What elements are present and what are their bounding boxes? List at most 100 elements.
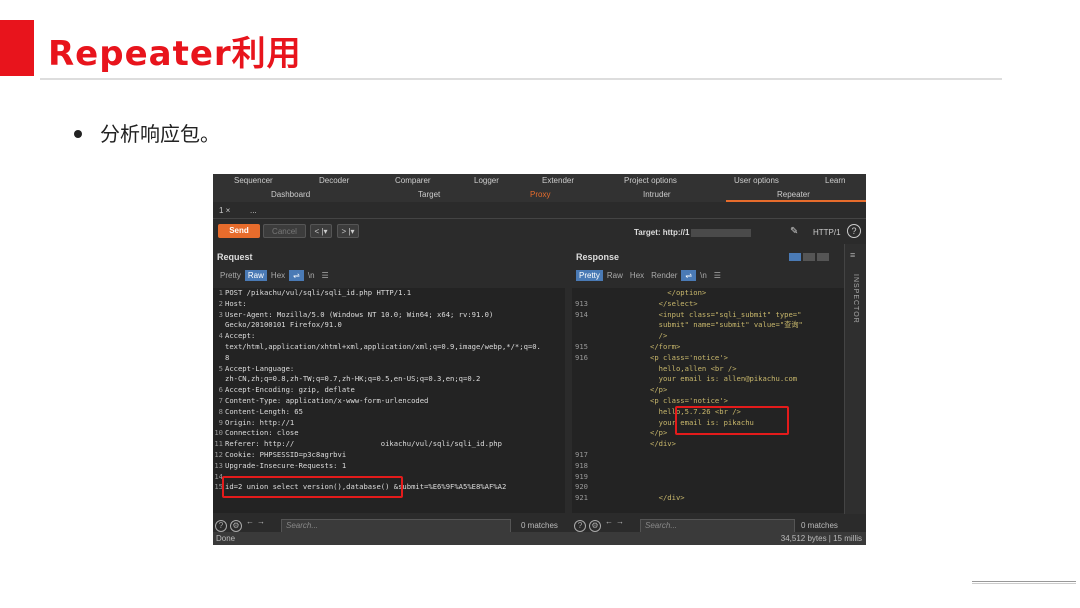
menu-sequencer[interactable]: Sequencer xyxy=(234,176,273,185)
request-line: 3 User-Agent: Mozilla/5.0 (Windows NT 10.… xyxy=(218,309,494,319)
repeater-active-underline xyxy=(726,200,866,202)
title-accent-bar xyxy=(0,20,34,76)
burp-suite-window: Sequencer Decoder Comparer Logger Extend… xyxy=(213,174,866,545)
response-prev-icon[interactable]: ← xyxy=(605,517,613,526)
status-bar: Done 34,512 bytes | 15 millis xyxy=(213,532,866,545)
slide-title: Repeater利用 xyxy=(48,34,302,74)
back-button[interactable]: < |▾ xyxy=(310,224,332,238)
inspector-menu-icon[interactable]: ≡ xyxy=(850,250,855,260)
menu-intruder[interactable]: Intruder xyxy=(643,190,671,199)
menu-decoder[interactable]: Decoder xyxy=(319,176,349,185)
request-line: 8 xyxy=(225,352,230,362)
menu-row-top: Sequencer Decoder Comparer Logger Extend… xyxy=(213,174,866,188)
response-settings-icon[interactable]: ⚙ xyxy=(589,520,601,532)
request-newline-icon[interactable]: \n xyxy=(305,270,318,281)
response-line: </div> xyxy=(650,439,676,449)
title-divider xyxy=(40,78,1002,80)
inspector-label: INSPECTOR xyxy=(852,274,859,324)
request-line: 4 Accept: xyxy=(218,331,256,341)
send-button[interactable]: Send xyxy=(218,224,260,238)
inspector-sidebar[interactable]: ≡ INSPECTOR xyxy=(844,244,866,514)
request-highlight-box xyxy=(222,476,403,498)
request-line: 8 Content-Length: 65 xyxy=(218,406,303,416)
response-line: 914 <input class="sqli_submit" type=" xyxy=(575,309,802,319)
menu-proxy[interactable]: Proxy xyxy=(530,190,550,199)
response-line: 919 xyxy=(575,471,588,481)
response-newline-icon[interactable]: \n xyxy=(697,270,710,281)
menu-user-options[interactable]: User options xyxy=(734,176,779,185)
response-header: Response xyxy=(576,252,620,262)
repeater-toolbar: Send Cancel < |▾ > |▾ Target: http://1 ✎… xyxy=(213,220,866,242)
response-line: 921 </div> xyxy=(575,493,685,503)
menu-learn[interactable]: Learn xyxy=(825,176,845,185)
response-highlight-box xyxy=(675,406,789,435)
menu-dashboard[interactable]: Dashboard xyxy=(271,190,310,199)
request-line: 12 Cookie: PHPSESSID=p3c8agrbvi xyxy=(214,449,347,459)
response-editor[interactable]: </option> 913 </select> 914 <input class="… xyxy=(572,288,854,513)
response-line: 917 xyxy=(575,449,588,459)
request-line: 5 Accept-Language: xyxy=(218,363,295,373)
response-search-input[interactable]: Search... xyxy=(640,519,795,533)
response-tab-raw[interactable]: Raw xyxy=(604,270,626,281)
request-search-input[interactable]: Search... xyxy=(281,519,511,533)
request-menu-icon[interactable]: ☰ xyxy=(319,270,332,281)
response-pane: Response Pretty Raw Hex Render ⇌ \n ☰ </option… xyxy=(572,252,856,516)
bullet-point: 分析响应包。 xyxy=(74,118,220,147)
target-label[interactable]: Target: http://1 xyxy=(634,228,752,237)
response-next-icon[interactable]: → xyxy=(616,517,624,526)
response-tab-pretty[interactable]: Pretty xyxy=(576,270,603,281)
bullet-text: 分析响应包。 xyxy=(100,122,220,146)
request-line: 6 Accept-Encoding: gzip, deflate xyxy=(218,385,355,395)
request-line: 1 POST /pikachu/vul/sqli/sqli_id.php HTTP… xyxy=(218,288,412,297)
forward-button[interactable]: > |▾ xyxy=(337,224,359,238)
request-line: text/html,application/xhtml+xml,applicat… xyxy=(225,341,541,351)
repeater-tab-1[interactable]: 1 × xyxy=(219,206,230,215)
response-help-icon[interactable]: ? xyxy=(574,520,586,532)
response-tab-render[interactable]: Render xyxy=(648,270,680,281)
request-prev-icon[interactable]: ← xyxy=(246,517,254,526)
request-tab-hex[interactable]: Hex xyxy=(268,270,288,281)
request-line: 7 Content-Type: application/x-www-form-ur… xyxy=(218,395,429,405)
response-line: 915 </form> xyxy=(575,341,681,351)
menu-repeater[interactable]: Repeater xyxy=(777,190,810,199)
request-matches: 0 matches xyxy=(521,521,558,530)
request-tab-raw[interactable]: Raw xyxy=(244,270,267,281)
help-icon[interactable]: ? xyxy=(847,224,861,238)
menu-logger[interactable]: Logger xyxy=(474,176,499,185)
request-line: Gecko/20100101 Firefox/91.0 xyxy=(225,320,342,330)
response-tab-hex[interactable]: Hex xyxy=(627,270,647,281)
request-line: 13 Upgrade-Insecure-Requests: 1 xyxy=(214,460,347,470)
request-next-icon[interactable]: → xyxy=(257,517,265,526)
request-settings-icon[interactable]: ⚙ xyxy=(230,520,242,532)
http-version-label: HTTP/1 xyxy=(813,228,841,237)
status-done: Done xyxy=(216,534,236,543)
response-matches: 0 matches xyxy=(801,521,838,530)
response-wrap-icon[interactable]: ⇌ xyxy=(681,270,697,281)
menu-extender[interactable]: Extender xyxy=(542,176,574,185)
repeater-tab-more[interactable]: ... xyxy=(250,206,257,215)
response-line: /> xyxy=(650,331,668,341)
request-wrap-icon[interactable]: ⇌ xyxy=(289,270,304,281)
menu-project-options[interactable]: Project options xyxy=(624,176,677,185)
response-line: 913 </select> xyxy=(575,298,698,308)
request-line: 2 Host: xyxy=(218,298,251,308)
request-tab-pretty[interactable]: Pretty xyxy=(217,270,244,281)
bullet-dot-icon xyxy=(74,129,82,138)
request-line: 11 Referer: http:// oikachu/vul/sqli/sqli… xyxy=(214,439,502,449)
corner-decoration xyxy=(972,581,1076,584)
menu-target[interactable]: Target xyxy=(418,190,440,199)
response-line: </option> xyxy=(650,288,707,297)
response-line: submit" name="submit" value="查询" xyxy=(650,320,803,330)
response-line: 918 xyxy=(575,460,588,470)
request-line: zh-CN,zh;q=0.8,zh-TW;q=0.7,zh-HK;q=0.5,e… xyxy=(225,374,481,384)
layout-toggle-icons[interactable] xyxy=(789,248,829,266)
response-line: </p> xyxy=(650,385,668,395)
response-line: 916 <p class='notice'> xyxy=(575,352,728,362)
menu-comparer[interactable]: Comparer xyxy=(395,176,431,185)
edit-pencil-icon[interactable]: ✎ xyxy=(790,226,798,237)
cancel-button[interactable]: Cancel xyxy=(263,224,306,238)
response-menu-icon[interactable]: ☰ xyxy=(711,270,724,281)
request-line: 10 Connection: close xyxy=(214,428,299,438)
request-help-icon[interactable]: ? xyxy=(215,520,227,532)
response-view-tabs: Pretty Raw Hex Render ⇌ \n ☰ xyxy=(576,270,725,283)
